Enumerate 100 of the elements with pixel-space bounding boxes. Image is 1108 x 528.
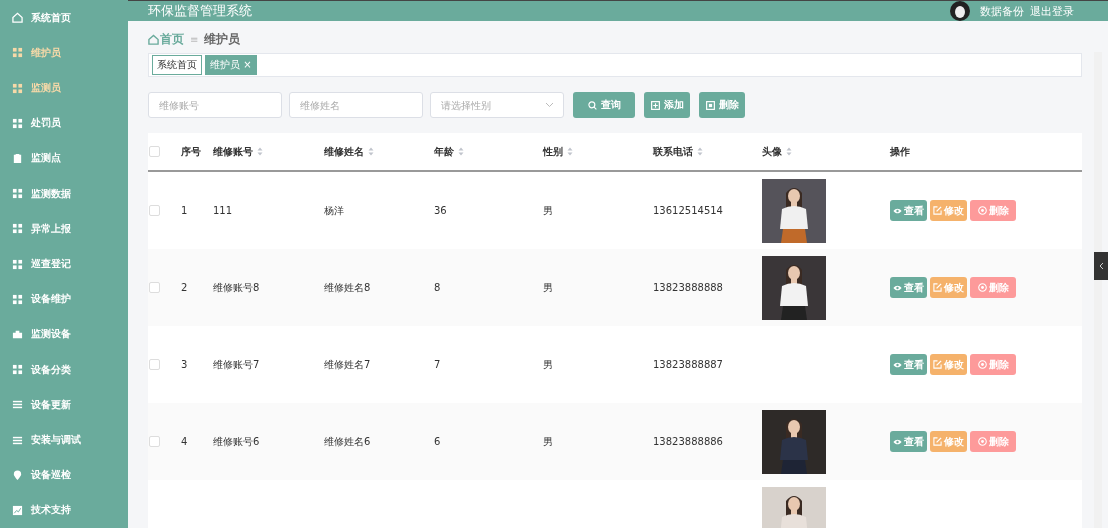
home-icon — [12, 12, 23, 24]
column-header: 序号 — [181, 144, 202, 159]
delete-button[interactable]: 删除 — [970, 431, 1016, 452]
view-button[interactable]: 查看 — [890, 200, 927, 221]
column-header[interactable]: 年龄 — [434, 144, 543, 159]
edit-icon — [933, 437, 942, 446]
header-link[interactable]: 退出登录 — [1030, 3, 1074, 19]
sidebar-item[interactable]: 设备分类 — [0, 352, 128, 388]
sidebar-item[interactable]: 安装与调试 — [0, 422, 128, 458]
grid-icon — [12, 117, 23, 129]
table-cell-text: 111 — [213, 205, 234, 216]
clipboard-icon — [12, 152, 23, 164]
grid-icon — [12, 223, 23, 235]
row-checkbox[interactable] — [149, 359, 160, 370]
edit-button[interactable]: 修改 — [930, 277, 967, 298]
table-cell-text: 1 — [181, 205, 189, 216]
column-header[interactable]: 维修姓名 — [324, 144, 434, 159]
app-title: 环保监督管理系统 — [148, 2, 252, 20]
sidebar-item[interactable]: 维护员 — [0, 35, 128, 71]
edit-button[interactable]: 修改 — [930, 200, 967, 221]
table-cell-text: 男 — [543, 280, 554, 295]
sort-icon[interactable] — [458, 147, 464, 156]
chevron-left-icon — [1098, 262, 1104, 270]
delete-button[interactable]: 删除 — [699, 92, 745, 118]
sidebar-item[interactable]: 监测设备 — [0, 316, 128, 353]
row-checkbox[interactable] — [149, 436, 160, 447]
delete-button[interactable]: 删除 — [970, 277, 1016, 298]
list-icon — [12, 434, 23, 446]
search-field[interactable]: 维修姓名 — [289, 92, 423, 118]
table-cell-text: 杨洋 — [324, 203, 345, 218]
home-icon[interactable] — [148, 33, 159, 45]
select-all-checkbox[interactable] — [149, 146, 160, 157]
edit-icon — [933, 283, 942, 292]
sidebar-item[interactable]: 巡查登记 — [0, 246, 128, 282]
view-button[interactable]: 查看 — [890, 277, 927, 298]
row-checkbox[interactable] — [149, 205, 160, 216]
column-header[interactable]: 联系电话 — [653, 144, 762, 159]
sort-icon[interactable] — [368, 147, 374, 156]
grid-icon — [12, 364, 23, 376]
page-tab[interactable]: 维护员 × — [205, 55, 257, 75]
sidebar-item[interactable]: 监测点 — [0, 140, 128, 176]
delete-circle-icon — [977, 283, 987, 292]
table-cell-text: 3 — [181, 359, 189, 370]
eye-icon — [893, 284, 902, 291]
sort-icon[interactable] — [697, 147, 703, 156]
sidebar-item[interactable]: 处罚员 — [0, 105, 128, 141]
table-cell-text: 13823888886 — [653, 436, 724, 447]
sort-icon[interactable] — [257, 147, 263, 156]
table-cell-text: 13612514514 — [653, 205, 724, 216]
sidebar-item[interactable]: 设备更新 — [0, 387, 128, 423]
view-button[interactable]: 查看 — [890, 431, 927, 452]
grid-icon — [12, 293, 23, 305]
sidebar-item[interactable]: 系统首页 — [0, 0, 128, 36]
table-cell-text: 6 — [434, 436, 442, 447]
sidebar-item[interactable]: 设备巡检 — [0, 457, 128, 493]
search-icon — [587, 100, 597, 110]
minus-square-icon — [705, 100, 715, 110]
column-header[interactable]: 性别 — [543, 144, 653, 159]
delete-circle-icon — [977, 206, 987, 215]
edit-button[interactable]: 修改 — [930, 431, 967, 452]
column-header[interactable]: 头像 — [762, 144, 890, 159]
delete-button[interactable]: 删除 — [970, 200, 1016, 221]
sidebar-item[interactable]: 技术支持 — [0, 492, 128, 528]
table-cell-text: 13823888888 — [653, 282, 724, 293]
breadcrumb-current: 维护员 — [204, 30, 241, 48]
page-tab[interactable]: 系统首页 — [152, 55, 202, 75]
table-cell-text: 维修姓名6 — [324, 434, 372, 449]
edit-icon — [933, 206, 942, 215]
delete-button[interactable]: 删除 — [970, 354, 1016, 375]
edit-button[interactable]: 修改 — [930, 354, 967, 375]
header-link[interactable]: 数据备份 — [980, 3, 1024, 19]
sort-icon[interactable] — [567, 147, 573, 156]
sidebar-item[interactable]: 异常上报 — [0, 211, 128, 247]
grid-icon — [12, 82, 23, 94]
add-button[interactable]: 添加 — [644, 92, 690, 118]
sort-icon[interactable] — [786, 147, 792, 156]
row-checkbox[interactable] — [149, 282, 160, 293]
grid-icon — [12, 188, 23, 200]
table-cell-text: 8 — [434, 282, 442, 293]
sidebar-item[interactable]: 设备维护 — [0, 281, 128, 317]
table-cell-text: 维修姓名7 — [324, 357, 372, 372]
column-header[interactable]: 维修账号 — [213, 144, 324, 159]
chart-icon — [12, 504, 23, 516]
search-field[interactable]: 维修账号 — [148, 92, 282, 118]
delete-circle-icon — [977, 360, 987, 369]
eye-icon — [893, 438, 902, 445]
view-button[interactable]: 查看 — [890, 354, 927, 375]
collapse-handle[interactable] — [1094, 252, 1108, 280]
table-cell-text: 36 — [434, 205, 448, 216]
search-button[interactable]: 查询 — [573, 92, 635, 118]
breadcrumb-link[interactable]: 首页 — [160, 30, 184, 48]
eye-icon — [893, 361, 902, 368]
table-cell-text: 男 — [543, 434, 554, 449]
table-cell-text: 13823888887 — [653, 359, 724, 370]
gender-select[interactable]: 请选择性别 — [430, 92, 564, 118]
table-cell-text: 维修账号6 — [213, 434, 261, 449]
sidebar-item[interactable]: 监测数据 — [0, 176, 128, 212]
sidebar-item[interactable]: 监测员 — [0, 70, 128, 106]
scrollbar[interactable] — [1094, 52, 1102, 528]
table-cell-text: 2 — [181, 282, 189, 293]
